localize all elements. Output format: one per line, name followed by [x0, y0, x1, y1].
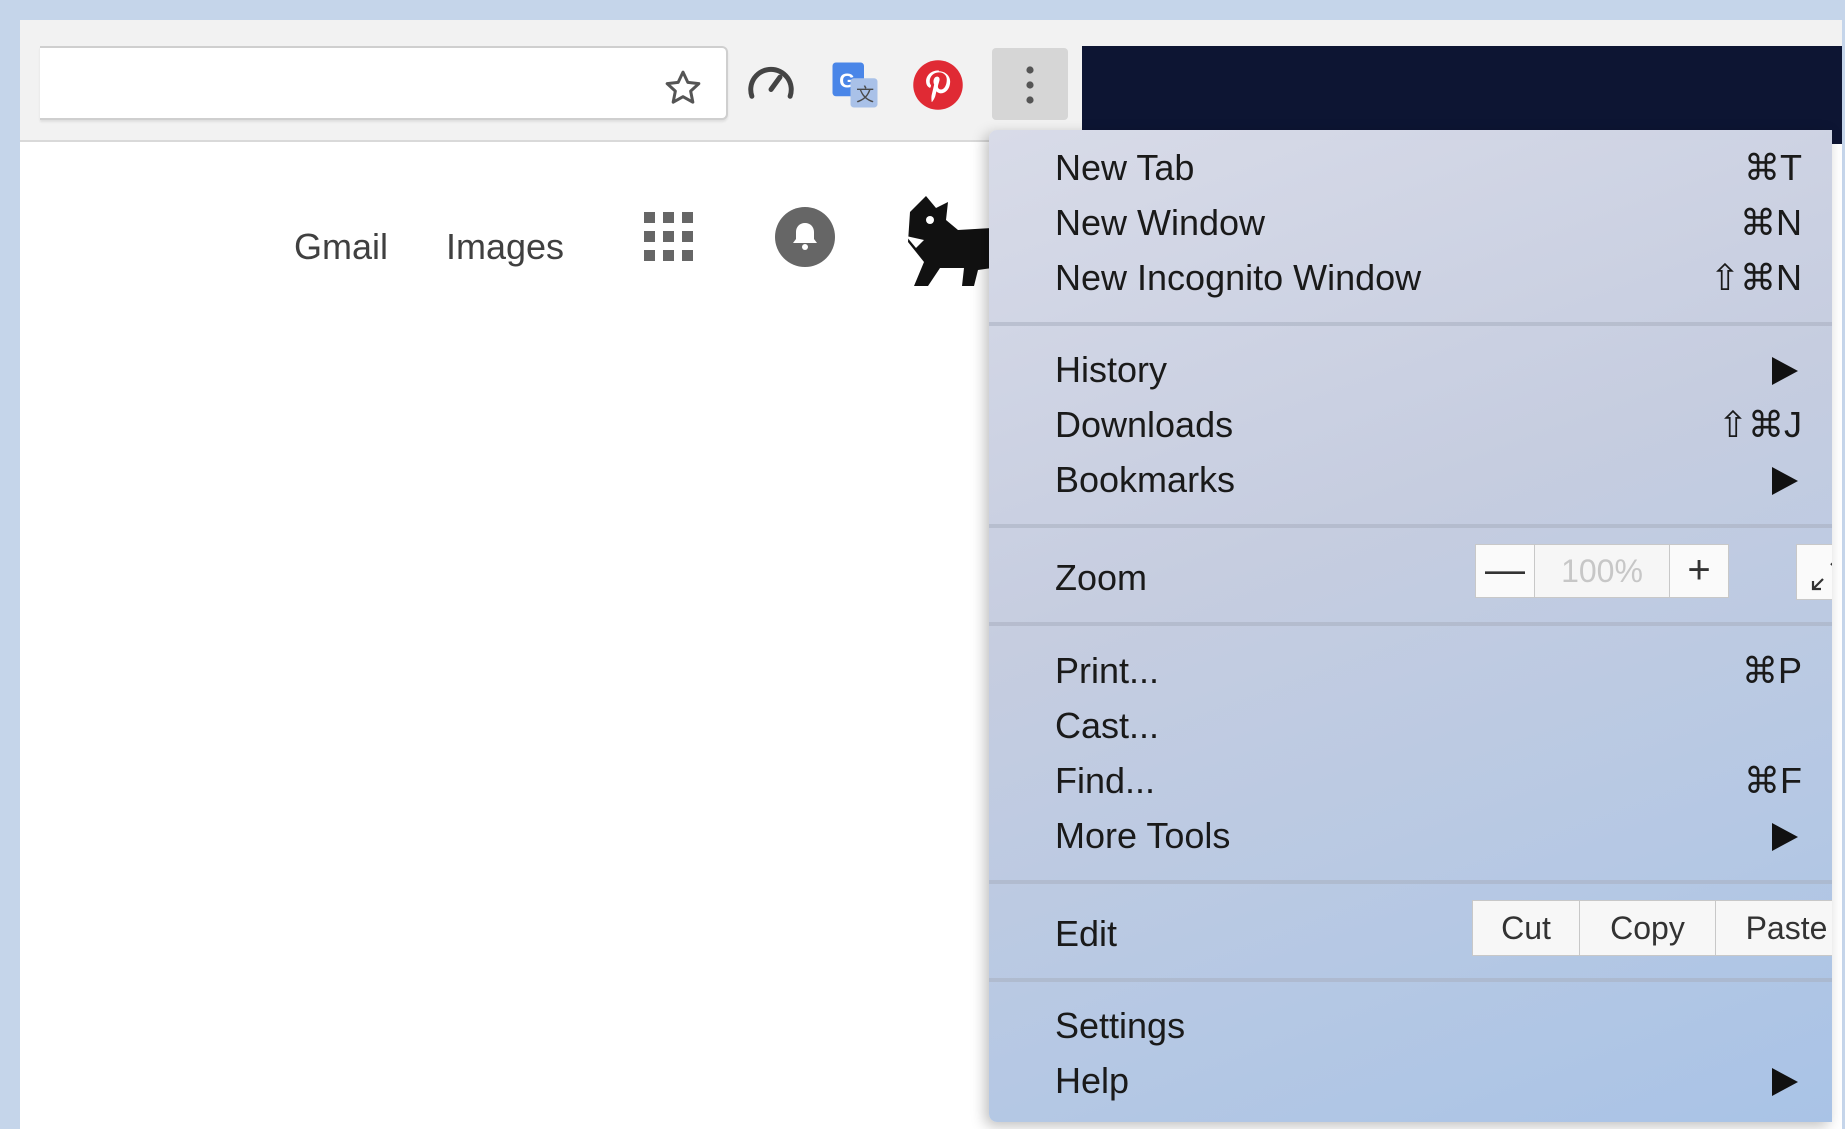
- menu-item-more-tools[interactable]: More Tools: [1055, 810, 1802, 862]
- google-translate-icon[interactable]: G文: [828, 58, 882, 112]
- menu-item-find[interactable]: Find... ⌘F: [1055, 755, 1802, 807]
- menu-item-history[interactable]: History: [1055, 344, 1802, 396]
- menu-item-shortcut: ⌘T: [1744, 147, 1802, 188]
- dog-avatar-icon[interactable]: [896, 190, 996, 290]
- submenu-arrow-icon: [1772, 467, 1798, 495]
- menu-item-shortcut: ⇧⌘J: [1717, 404, 1802, 445]
- menu-item-cast[interactable]: Cast...: [1055, 700, 1802, 752]
- menu-item-new-window[interactable]: New Window ⌘N: [1055, 197, 1802, 249]
- edit-label: Edit: [1055, 913, 1118, 954]
- menu-divider: [989, 322, 1832, 326]
- submenu-arrow-icon: [1772, 823, 1798, 851]
- speedometer-icon[interactable]: [744, 58, 798, 112]
- menu-item-print[interactable]: Print... ⌘P: [1055, 645, 1802, 697]
- zoom-out-button[interactable]: —: [1475, 544, 1535, 598]
- zoom-level: 100%: [1535, 544, 1669, 598]
- menu-divider: [989, 978, 1832, 982]
- gmail-link[interactable]: Gmail: [294, 226, 388, 268]
- submenu-arrow-icon: [1772, 1068, 1798, 1096]
- fullscreen-button[interactable]: [1796, 544, 1832, 600]
- menu-item-label: New Incognito Window: [1055, 257, 1422, 298]
- menu-item-label: History: [1055, 349, 1168, 390]
- menu-row-edit: Edit Cut Copy Paste: [1055, 900, 1832, 960]
- pinterest-icon[interactable]: [911, 58, 965, 112]
- menu-item-shortcut: ⇧⌘N: [1709, 257, 1802, 298]
- menu-divider: [989, 880, 1832, 884]
- address-bar[interactable]: [40, 46, 728, 120]
- three-dots-vertical-icon[interactable]: [992, 48, 1068, 120]
- menu-item-shortcut: ⌘F: [1744, 760, 1802, 801]
- menu-item-new-tab[interactable]: New Tab ⌘T: [1055, 142, 1802, 194]
- fullscreen-icon: [1811, 562, 1832, 591]
- zoom-controls: — 100% +: [1475, 544, 1729, 602]
- menu-item-new-incognito-window[interactable]: New Incognito Window ⇧⌘N: [1055, 252, 1802, 304]
- zoom-label: Zoom: [1055, 557, 1148, 598]
- bell-icon[interactable]: [774, 206, 836, 268]
- menu-item-label: New Tab: [1055, 147, 1195, 188]
- menu-item-downloads[interactable]: Downloads ⇧⌘J: [1055, 399, 1802, 451]
- menu-item-label: More Tools: [1055, 815, 1231, 856]
- menu-item-label: Settings: [1055, 1005, 1186, 1046]
- menu-divider: [989, 524, 1832, 528]
- paste-button[interactable]: Paste: [1716, 900, 1832, 956]
- zoom-in-button[interactable]: +: [1669, 544, 1729, 598]
- menu-item-label: New Window: [1055, 202, 1266, 243]
- menu-item-label: Find...: [1055, 760, 1156, 801]
- menu-item-settings[interactable]: Settings: [1055, 1000, 1802, 1052]
- menu-row-zoom: Zoom — 100% +: [1055, 544, 1832, 604]
- menu-item-shortcut: ⌘N: [1740, 202, 1802, 243]
- chrome-main-menu: New Tab ⌘T New Window ⌘N New Incognito W…: [989, 130, 1832, 1122]
- menu-item-bookmarks[interactable]: Bookmarks: [1055, 454, 1802, 506]
- menu-item-shortcut: ⌘P: [1741, 650, 1802, 691]
- images-link[interactable]: Images: [446, 226, 564, 268]
- submenu-arrow-icon: [1772, 357, 1798, 385]
- copy-button[interactable]: Copy: [1580, 900, 1716, 956]
- apps-grid-icon[interactable]: [642, 210, 696, 264]
- menu-item-label: Downloads: [1055, 404, 1234, 445]
- edit-controls: Cut Copy Paste: [1472, 900, 1832, 956]
- menu-item-label: Help: [1055, 1060, 1130, 1101]
- cut-button[interactable]: Cut: [1472, 900, 1580, 956]
- star-icon[interactable]: [663, 68, 703, 108]
- menu-item-help[interactable]: Help: [1055, 1055, 1802, 1107]
- svg-text:文: 文: [856, 85, 874, 105]
- menu-item-label: Print...: [1055, 650, 1160, 691]
- menu-item-label: Cast...: [1055, 705, 1160, 746]
- menu-divider: [989, 622, 1832, 626]
- browser-toolbar: G文: [20, 20, 1842, 144]
- menu-item-label: Bookmarks: [1055, 459, 1236, 500]
